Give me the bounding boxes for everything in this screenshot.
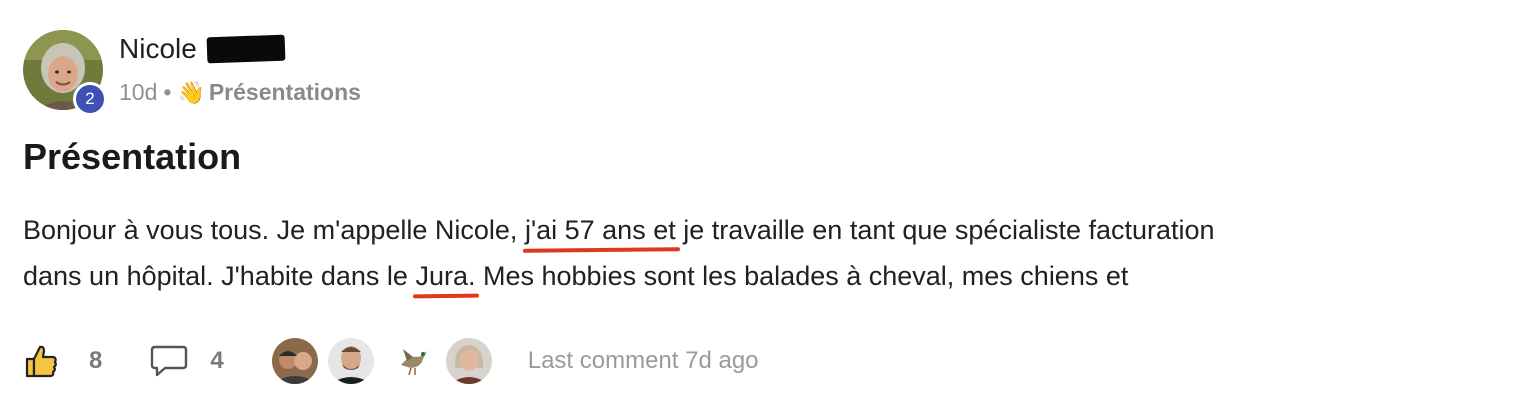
body-text-segment: Bonjour à vous tous. Je m'appelle Nicole… <box>23 215 518 245</box>
post-body-line-2: dans un hôpital. J'habite dans le Jura. … <box>23 253 1483 299</box>
like-count: 8 <box>89 347 103 374</box>
body-text-segment: Mes hobbies sont les balades à cheval, m… <box>483 261 1129 291</box>
body-text-segment: dans un hôpital. J'habite dans le <box>23 261 408 291</box>
author-level-badge: 2 <box>73 82 107 116</box>
underlined-location-annotation: Jura. <box>415 253 475 299</box>
post-footer: 8 4 Last comment 7d ago <box>23 334 759 388</box>
post-body-line-1: Bonjour à vous tous. Je m'appelle Nicole… <box>23 207 1483 253</box>
thumbs-up-icon[interactable] <box>23 343 59 379</box>
commenter-avatar[interactable] <box>325 336 376 386</box>
body-text-segment: je travaille en tant que spécialiste fac… <box>683 215 1215 245</box>
post-title[interactable]: Présentation <box>23 136 241 178</box>
speech-bubble-icon[interactable] <box>150 344 188 378</box>
author-name[interactable]: Nicole <box>119 33 286 65</box>
post-card: 2 Nicole 10d • 👋 Présentations Présentat… <box>0 0 1520 406</box>
post-category-link[interactable]: Présentations <box>209 79 361 106</box>
last-comment-time[interactable]: Last comment 7d ago <box>528 347 759 375</box>
commenter-avatar[interactable] <box>269 336 320 386</box>
commenter-avatar[interactable] <box>387 336 438 386</box>
author-first-name[interactable]: Nicole <box>119 33 197 65</box>
waving-hand-icon: 👋 <box>177 79 205 105</box>
commenter-avatars[interactable] <box>269 336 500 386</box>
commenter-avatar[interactable] <box>443 336 494 386</box>
post-meta: 10d • 👋 Présentations <box>119 79 361 106</box>
post-time[interactable]: 10d <box>119 79 157 106</box>
author-avatar-wrapper[interactable]: 2 <box>23 30 107 116</box>
underlined-age-annotation: j'ai 57 ans et <box>525 207 676 253</box>
post-body[interactable]: Bonjour à vous tous. Je m'appelle Nicole… <box>23 207 1483 299</box>
meta-separator: • <box>163 79 172 105</box>
redacted-last-name <box>206 34 286 64</box>
comment-count: 4 <box>210 347 224 374</box>
